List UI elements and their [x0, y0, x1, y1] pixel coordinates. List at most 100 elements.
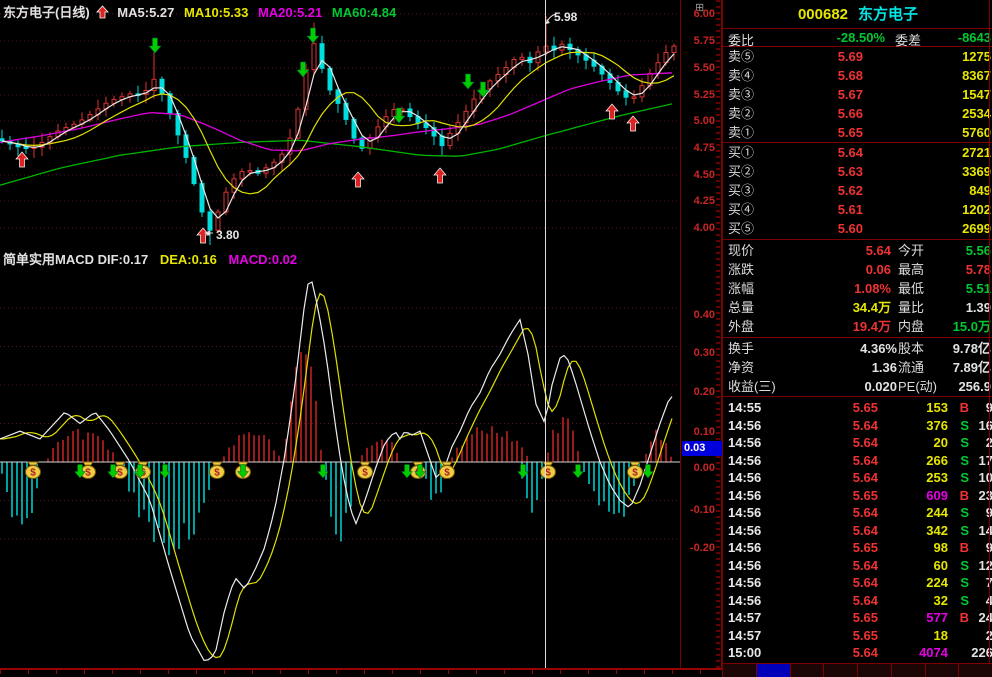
tick-volume: 577 [926, 610, 948, 625]
tick-volume: 18 [933, 627, 948, 643]
tick-row[interactable]: 14:57 5.65 18 2 [723, 627, 992, 645]
tick-row[interactable]: 14:555.65153B9 [723, 399, 992, 417]
info-value: 5.51 [965, 281, 991, 296]
ask-price: 5.65 [837, 125, 863, 140]
tick-time: 14:57 [728, 610, 762, 625]
tick-volume: 98 [933, 540, 948, 555]
tick-price: 5.65 [852, 610, 878, 625]
bid-label: 买① [728, 145, 755, 160]
stats-label: PE(动) [898, 379, 938, 394]
tick-count: 9 [963, 504, 992, 522]
stats-value: 1.36 [871, 360, 897, 375]
axis-label: 5.00 [693, 115, 715, 127]
tick-time: 15:00 [728, 645, 762, 660]
info-value: 1.39 [965, 300, 991, 315]
macd-current-value-badge: 0.03 [682, 441, 722, 456]
bottom-tab[interactable] [891, 664, 926, 677]
tick-price: 5.65 [852, 400, 878, 415]
sell-signal-arrow [476, 81, 490, 98]
bottom-tab[interactable] [925, 664, 960, 677]
ask-label: 卖③ [728, 87, 755, 102]
svg-text:$: $ [85, 468, 91, 479]
tick-row[interactable]: 14:56 5.64 253 S 10 [723, 469, 992, 487]
tick-row[interactable]: 14:565.6420S2 [723, 434, 992, 452]
buy-signal-arrow [196, 227, 210, 244]
up-arrow-icon [95, 5, 109, 19]
chart-title-bar: 东方电子(日线) MA5:5.27 MA10:5.33 MA20:5.21 MA… [3, 2, 402, 21]
tick-row[interactable]: 14:56 5.64 376 S 16 [723, 417, 992, 435]
info-value: 34.4万 [852, 300, 891, 315]
macd-indicator-chart[interactable]: $ $ $ $ $ $ $ $ $ $ [0, 262, 680, 668]
stock-name-period: 东方电子(日线) [3, 5, 90, 20]
tick-row[interactable]: 14:565.64244S9 [723, 504, 992, 522]
tick-row[interactable]: 14:565.6598B9 [723, 539, 992, 557]
bid-volume: 1202 [962, 202, 991, 217]
tick-count: 2 [963, 434, 992, 452]
tick-row[interactable]: 14:56 5.64 342 S 14 [723, 522, 992, 540]
tick-row[interactable]: 14:565.64224S7 [723, 574, 992, 592]
svg-text:$: $ [362, 468, 368, 479]
tick-time: 14:56 [728, 592, 762, 608]
tick-volume: 20 [933, 435, 948, 450]
macd-dea-label: DEA:0.16 [159, 252, 217, 267]
ask-volume: 8367 [962, 68, 991, 83]
stats-value: 9.78亿 [952, 341, 991, 356]
sell-signal-arrow [148, 37, 162, 54]
quote-header[interactable]: 000682 东方电子 [723, 0, 992, 29]
weibi-row: 委比 -28.50% 委差 -8643 [723, 30, 992, 48]
tick-price: 5.64 [852, 505, 878, 520]
macd-signal-arrow [316, 464, 330, 479]
tick-row[interactable]: 14:56 5.64 60 S 12 [723, 557, 992, 575]
axis-label: 4.75 [693, 142, 715, 154]
candlestick-chart[interactable] [0, 0, 680, 246]
bid-row: 买③ 5.62 849 [723, 181, 992, 200]
macd-signal-arrow [641, 464, 655, 479]
stats-row: 净资 1.36 流通 7.89亿 [723, 358, 992, 377]
info-label: 量比 [898, 300, 925, 315]
tick-count: 4 [963, 592, 992, 610]
axis-label: 5.50 [693, 62, 715, 74]
info-label: 最低 [898, 281, 925, 296]
tick-price: 5.64 [852, 645, 878, 660]
tick-count: 16 [978, 417, 992, 433]
tick-row[interactable]: 14:56 5.64 266 S 17 [723, 452, 992, 470]
tick-volume: 32 [933, 592, 948, 608]
bottom-tab[interactable] [756, 664, 791, 677]
tick-row[interactable]: 14:57 5.65 577 B 24 [723, 609, 992, 627]
weicha-value: -8643 [957, 30, 991, 45]
tick-volume: 153 [926, 400, 948, 415]
info-value: 0.06 [865, 262, 891, 277]
macd-value-label: MACD:0.02 [228, 252, 298, 267]
svg-text:$: $ [545, 468, 551, 479]
tick-time: 14:56 [728, 557, 762, 573]
ask-volume: 1547 [962, 87, 991, 102]
bottom-tab-bar[interactable] [723, 663, 992, 677]
ask-label: 卖① [728, 125, 755, 140]
bid-price: 5.60 [837, 221, 863, 236]
ask-volume: 2534 [962, 106, 991, 121]
ask-label: 卖④ [728, 68, 755, 83]
tick-price: 5.64 [852, 557, 878, 573]
bottom-tab[interactable] [824, 664, 858, 677]
bottom-tab[interactable] [790, 664, 825, 677]
info-label: 涨跌 [728, 262, 755, 277]
info-value: 1.08% [854, 281, 891, 296]
tick-row[interactable]: 15:00 5.64 4074 226 [723, 644, 992, 662]
tick-row[interactable]: 14:56 5.65 609 B 23 [723, 487, 992, 505]
axis-label: 0.30 [693, 347, 715, 359]
bottom-tab[interactable] [959, 664, 992, 677]
tick-row[interactable]: 14:565.6432S4 [723, 592, 992, 610]
stats-value: 4.36% [860, 341, 897, 356]
high-price-annotation: 5.98 [554, 10, 578, 24]
ask-row: 卖⑤ 5.69 1275 [723, 47, 992, 66]
info-label: 今开 [898, 243, 925, 258]
tick-time: 14:56 [728, 417, 762, 433]
bottom-tab[interactable] [723, 664, 757, 677]
tick-price: 5.64 [852, 435, 878, 450]
ask-price: 5.66 [837, 106, 863, 121]
ma10-value: MA10:5.33 [184, 5, 249, 20]
stats-label: 换手 [728, 341, 755, 356]
price-axis-strip: ⊞ 6.00 5.75 5.50 5.25 5.00 4.75 4.50 4.25 4.00 0.… [680, 0, 722, 668]
bottom-tab[interactable] [858, 664, 892, 677]
crosshair-line[interactable] [545, 0, 546, 668]
